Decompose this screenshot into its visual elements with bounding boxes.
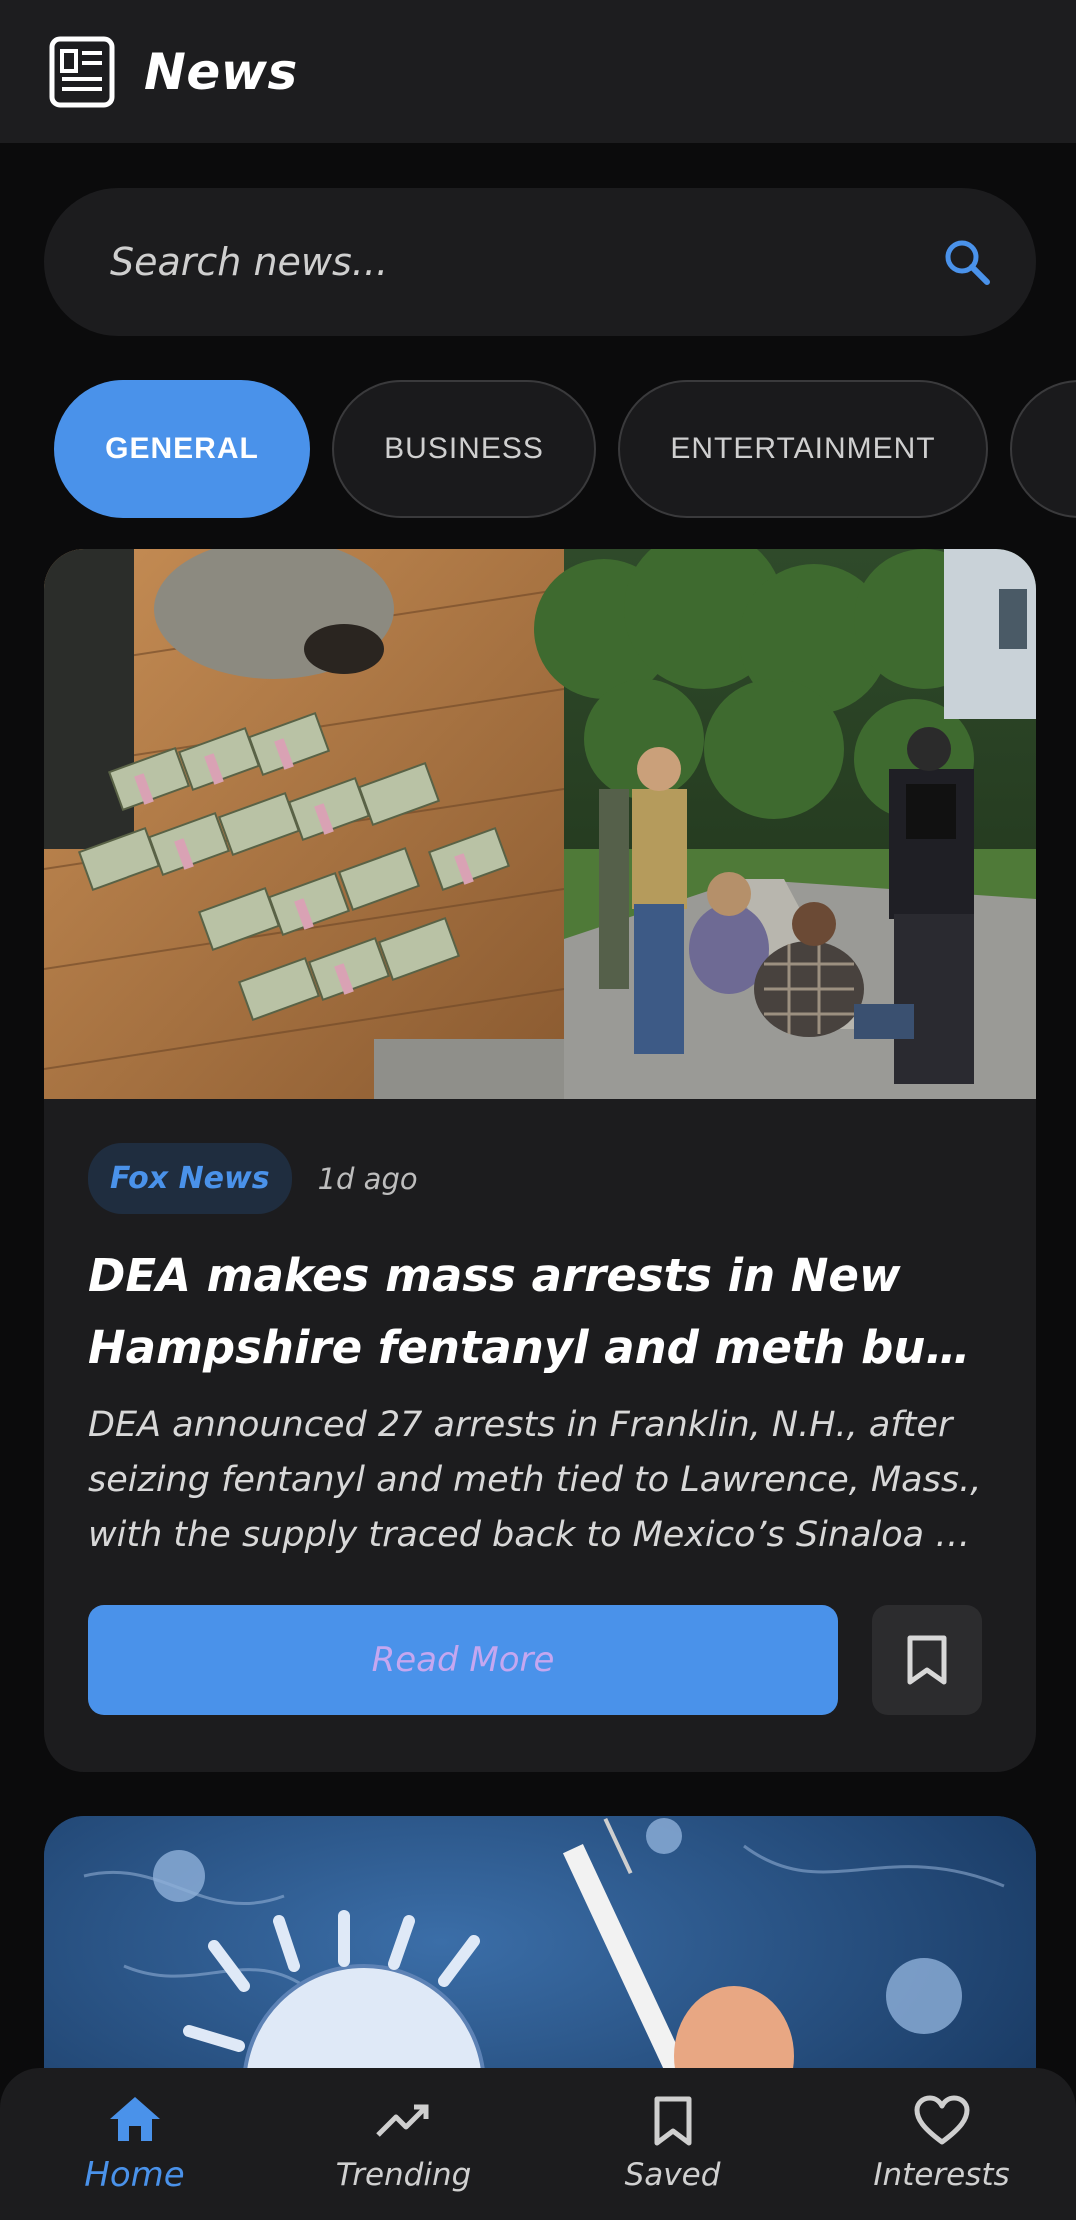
article-meta: Fox News 1d ago (88, 1143, 992, 1214)
nav-label: Home (84, 2155, 185, 2195)
nav-label: Interests (873, 2157, 1010, 2193)
article-image (44, 549, 1036, 1099)
trending-icon (375, 2104, 428, 2137)
nav-interests[interactable]: Interests (832, 2095, 1052, 2193)
search-input[interactable] (110, 240, 938, 284)
bookmark-icon (654, 2096, 691, 2146)
newspaper-icon (48, 36, 116, 108)
heart-icon (914, 2095, 969, 2145)
home-icon (109, 2097, 160, 2141)
nav-trending[interactable]: Trending (294, 2095, 514, 2193)
article-headline[interactable]: DEA makes mass arrests in New Hampshire … (88, 1240, 992, 1384)
category-chip-health[interactable]: H (1010, 380, 1076, 518)
headline-line: Hampshire fentanyl and meth bust tied t.… (88, 1321, 992, 1374)
article-summary: DEA announced 27 arrests in Franklin, N.… (88, 1398, 992, 1563)
article-time: 1d ago (317, 1161, 418, 1196)
summary-line: with the supply traced back to Mexico’s … (88, 1515, 992, 1555)
bookmark-button[interactable] (872, 1605, 982, 1715)
source-badge: Fox News (88, 1143, 292, 1214)
category-chips: GENERAL BUSINESS ENTERTAINMENT H (54, 380, 1076, 518)
category-chip-general[interactable]: GENERAL (54, 380, 310, 518)
search-bar[interactable] (44, 188, 1036, 336)
category-chip-entertainment[interactable]: ENTERTAINMENT (618, 380, 988, 518)
headline-line: DEA makes mass arrests in New (88, 1249, 901, 1302)
article-actions: Read More (88, 1605, 992, 1715)
app-title: News (144, 42, 298, 101)
nav-label: Saved (624, 2157, 721, 2193)
nav-label: Trending (335, 2157, 472, 2193)
nav-saved[interactable]: Saved (563, 2095, 783, 2193)
search-icon[interactable] (938, 233, 996, 291)
news-app: News GENERAL BUSINESS ENTERTAINMENT H (0, 0, 1076, 2220)
read-more-button[interactable]: Read More (88, 1605, 838, 1715)
top-app-bar: News (0, 0, 1076, 143)
summary-line: seizing fentanyl and meth tied to Lawren… (88, 1460, 982, 1500)
bookmark-icon (907, 1635, 947, 1685)
bottom-navigation: Home Trending Saved Interests (0, 2068, 1076, 2220)
nav-home[interactable]: Home (25, 2093, 245, 2195)
summary-line: DEA announced 27 arrests in Franklin, N.… (88, 1405, 953, 1445)
article-body: Fox News 1d ago DEA makes mass arrests i… (44, 1099, 1036, 1715)
category-chip-business[interactable]: BUSINESS (332, 380, 596, 518)
article-card[interactable]: Fox News 1d ago DEA makes mass arrests i… (44, 549, 1036, 1772)
